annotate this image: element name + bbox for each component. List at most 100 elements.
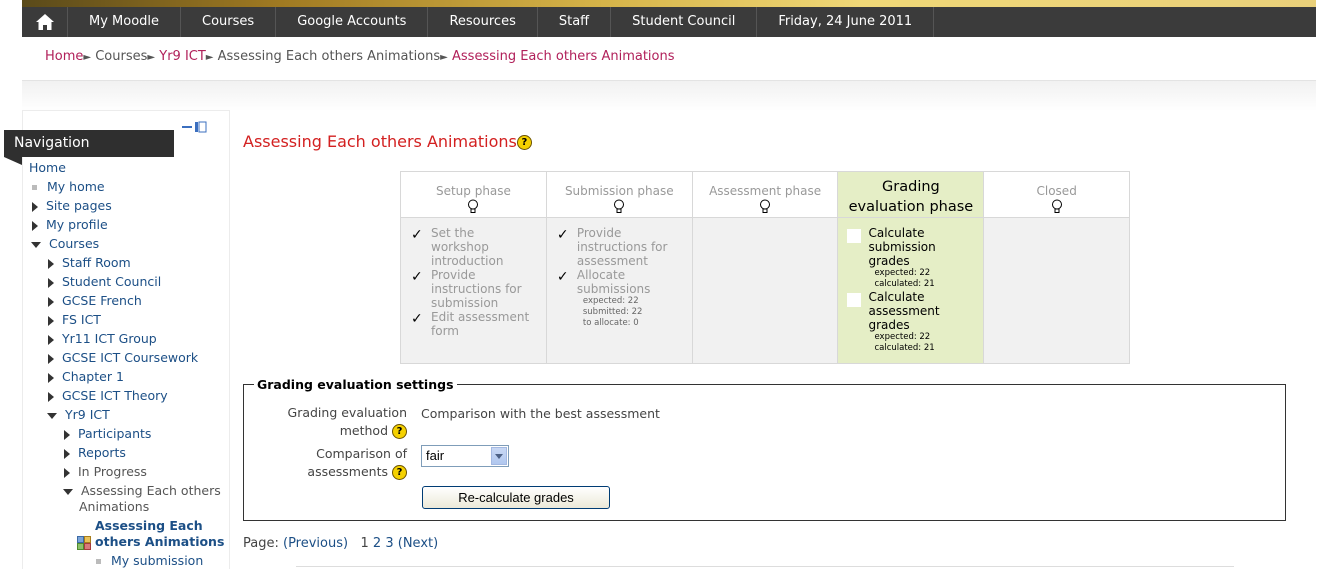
task-item: ✓ Provide instructions for submission [411, 268, 542, 310]
expand-arrow-icon [64, 448, 70, 459]
breadcrumb-section: Assessing Each others Animations [217, 49, 441, 64]
detail-line: expected: 22 [874, 268, 931, 278]
nav-student-council[interactable]: Student Council [611, 7, 758, 37]
help-icon[interactable]: ? [392, 465, 407, 480]
sidebar-item-label: My submission [111, 553, 204, 568]
nav-resources[interactable]: Resources [428, 7, 538, 37]
phase-name: Assessment phase [709, 184, 822, 198]
task-text: Provide [576, 226, 622, 240]
sidebar-item-label: My profile [46, 217, 108, 232]
breadcrumb-bar: Home► Courses► Yr9 ICT► Assessing Each o… [22, 37, 1316, 81]
task-text: submission [431, 296, 499, 310]
task-text: Edit assessment [431, 310, 530, 324]
sidebar-item-student-council[interactable]: Student Council [48, 274, 161, 289]
nav-staff[interactable]: Staff [538, 7, 612, 37]
sidebar-item-my-home[interactable]: My home [32, 179, 105, 194]
sidebar-item-chapter-1[interactable]: Chapter 1 [48, 369, 124, 384]
help-icon[interactable]: ? [516, 135, 532, 150]
top-nav-bar: My Moodle Courses Google Accounts Resour… [22, 7, 1316, 37]
phase-header-assessment: Assessment phase [691, 171, 839, 218]
sidebar-item-label: others Animations [95, 534, 225, 549]
sidebar-item-my-submission[interactable]: My submission [96, 553, 203, 568]
current-date: Friday, 24 June 2011 [757, 7, 935, 37]
task-text: grades [868, 318, 910, 332]
expand-arrow-icon [48, 353, 54, 364]
sidebar-item-reports[interactable]: Reports [64, 445, 126, 460]
breadcrumb-yr9-ict[interactable]: Yr9 ICT [159, 49, 206, 64]
task-item: Calculate submission grades expected: 22… [846, 226, 979, 290]
task-text: workshop [431, 240, 489, 254]
nav-my-moodle[interactable]: My Moodle [68, 7, 182, 37]
paging-next[interactable]: (Next) [398, 536, 438, 551]
sidebar-item-yr9-ict[interactable]: Yr9 ICT [47, 407, 110, 422]
task-text: instructions for [576, 240, 668, 254]
detail-line: submitted: 22 [582, 307, 643, 317]
phase-name-line-1: Grading [882, 179, 940, 195]
block-controls[interactable] [181, 121, 207, 136]
expand-arrow-icon [48, 334, 54, 345]
breadcrumb-home[interactable]: Home [45, 49, 83, 64]
sidebar-item-active-workshop[interactable]: Assessing Each [95, 518, 203, 533]
recalculate-grades-button[interactable]: Re-calculate grades [422, 486, 610, 509]
task-todo-box [846, 292, 863, 308]
sidebar-item-staff-room[interactable]: Staff Room [48, 255, 131, 270]
sidebar-item-yr11-ict-group[interactable]: Yr11 ICT Group [48, 331, 157, 346]
phase-header-submission: Submission phase [545, 171, 693, 218]
check-icon: ✓ [411, 269, 423, 285]
breadcrumb-current[interactable]: Assessing Each others Animations [452, 49, 675, 64]
sidebar-item-assessing-section[interactable]: Assessing Each others [63, 483, 221, 498]
task-text: form [431, 324, 459, 338]
nav-google-accounts[interactable]: Google Accounts [276, 7, 429, 37]
lightbulb-icon[interactable] [1051, 199, 1063, 214]
lightbulb-icon[interactable] [467, 199, 479, 214]
sidebar-item-gcse-ict-theory[interactable]: GCSE ICT Theory [48, 388, 168, 403]
task-text: Allocate [576, 268, 626, 282]
sidebar-item-site-pages[interactable]: Site pages [32, 198, 112, 213]
comparison-label: Comparison of assessments ? [270, 445, 407, 481]
help-icon[interactable]: ? [392, 424, 407, 439]
dropdown-arrow-icon[interactable] [491, 447, 507, 465]
paging-page-1: 1 [360, 536, 369, 551]
detail-line: calculated: 21 [874, 279, 935, 289]
sidebar-item-gcse-french[interactable]: GCSE French [48, 293, 142, 308]
sidebar-item-label: Reports [78, 445, 126, 460]
breadcrumb-separator: ► [440, 52, 448, 63]
paging-label: Page: [243, 536, 279, 551]
home-button[interactable] [22, 7, 68, 37]
task-text: Calculate [868, 226, 925, 240]
sidebar-item-in-progress[interactable]: In Progress [64, 464, 147, 479]
nav-courses[interactable]: Courses [181, 7, 277, 37]
sidebar-item-label: Staff Room [62, 255, 131, 270]
sidebar-item-label: Courses [49, 236, 100, 251]
phase-tasks-assessment [691, 217, 839, 364]
sidebar-item-my-profile[interactable]: My profile [32, 217, 108, 232]
paging-page-2[interactable]: 2 [373, 536, 381, 551]
method-label: Grading evaluation method ? [270, 404, 407, 440]
paging-page-3[interactable]: 3 [385, 536, 393, 551]
phase-tasks-setup: ✓ Set the workshop introduction ✓ Provid… [400, 217, 547, 364]
sidebar-item-courses[interactable]: Courses [31, 236, 99, 251]
sidebar-item-home[interactable]: Home [29, 160, 66, 175]
sidebar-item-fs-ict[interactable]: FS ICT [48, 312, 101, 327]
paging-previous[interactable]: (Previous) [283, 536, 348, 551]
check-icon: ✓ [411, 227, 423, 243]
workshop-phases-table: Setup phase Submission phase Assessment … [400, 171, 1130, 364]
comparison-selected-value: fair [426, 448, 445, 463]
sidebar-item-label: My home [47, 179, 105, 194]
sidebar-item-label: Yr11 ICT Group [62, 331, 157, 346]
sidebar-item-participants[interactable]: Participants [64, 426, 151, 441]
sidebar-item-label: Participants [78, 426, 152, 441]
expand-arrow-icon [32, 201, 38, 212]
task-item: ✓ Edit assessment form [411, 310, 542, 338]
task-item: Calculate assessment grades expected: 22… [846, 290, 979, 354]
task-todo-box [846, 228, 863, 244]
pagination: Page: (Previous) 1 2 3 (Next) [243, 536, 438, 551]
breadcrumb-separator: ► [147, 52, 156, 63]
sidebar-item-active-workshop-2[interactable]: others Animations [77, 534, 224, 550]
sidebar-item-gcse-ict-coursework[interactable]: GCSE ICT Coursework [48, 350, 198, 365]
lightbulb-icon[interactable] [613, 199, 625, 214]
lightbulb-icon[interactable] [759, 199, 771, 214]
phase-header-closed: Closed [983, 171, 1130, 218]
comparison-select[interactable]: fair [421, 445, 509, 467]
task-text: grades [868, 254, 910, 268]
